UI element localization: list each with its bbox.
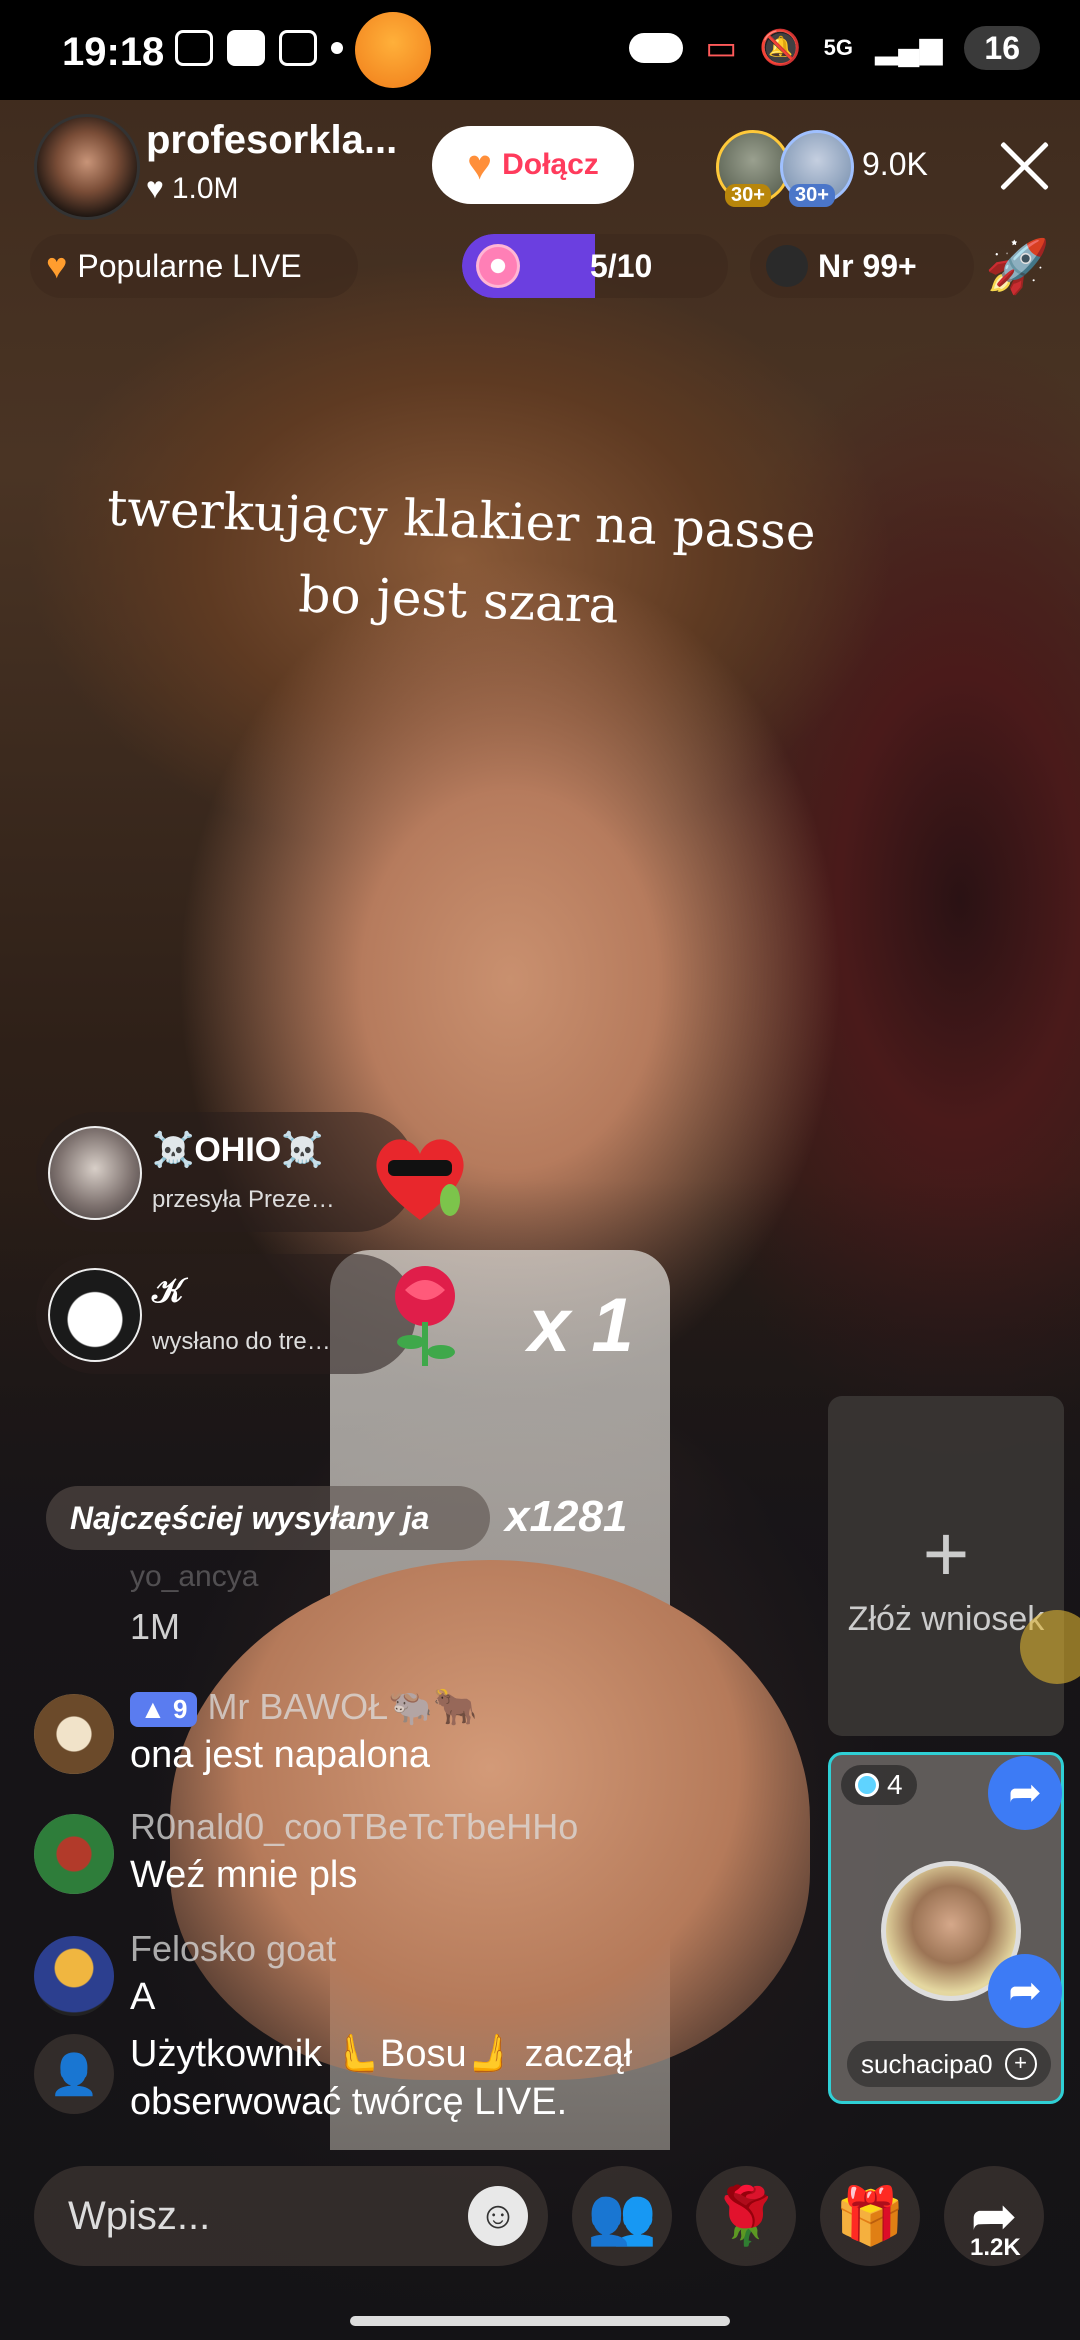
rocket-icon[interactable]: 🚀 [985, 236, 1050, 297]
follow-notice-text: Użytkownik 🫷Bosu🫸 zaczął obserwować twór… [130, 2033, 633, 2123]
gift-button[interactable]: 🎁 [820, 2166, 920, 2266]
goal-progress-chip[interactable]: 5/10 [462, 234, 728, 298]
cloud-icon [629, 33, 684, 63]
gift-icon: 🎁 [835, 2184, 905, 2247]
mute-icon: 🔕 [759, 29, 802, 67]
gift-description: przesyła Prezent (... [152, 1186, 342, 1213]
network-icon: 5G [823, 35, 853, 60]
chat-username[interactable]: ▲ 9 Mr BAWOŁ🐃🐂 [130, 1686, 478, 1728]
emoji-icon[interactable]: ☺ [468, 2186, 528, 2246]
guest-level: 4 [887, 1769, 903, 1800]
most-sent-count: x1281 [505, 1492, 628, 1541]
rank-avatar-icon [766, 245, 808, 287]
heart-icon: ♥ [146, 172, 164, 205]
join-label: Dołącz [502, 148, 599, 181]
gift-sender-name: ☠️OHIO☠️ [152, 1131, 324, 1169]
rose-gift-button[interactable]: 🌹 [696, 2166, 796, 2266]
host-avatar[interactable] [34, 114, 140, 220]
level-badge: ▲ 9 [130, 1691, 198, 1727]
guest-level-badge: 4 [841, 1765, 917, 1805]
heart-sunglasses-gift-icon [376, 1139, 464, 1220]
signal-icon: ▂▄▆ [875, 31, 943, 65]
screenshot-icon [175, 30, 213, 66]
comment-input[interactable]: Wpisz... ☺ [34, 2166, 548, 2266]
dot-icon [331, 42, 343, 54]
close-button[interactable] [996, 138, 1052, 194]
guest-name-pill[interactable]: suchacipa0 + [847, 2041, 1051, 2087]
viewer-badge: 30+ [725, 184, 771, 207]
viewer-count[interactable]: 9.0K [862, 146, 928, 183]
join-button[interactable]: ♥ Dołącz [432, 126, 634, 204]
plus-icon: + [922, 1509, 970, 1598]
rank-label: Nr 99+ [818, 247, 917, 284]
status-bar: 19:18 ▭ 🔕 5G ▂▄▆ 16 [0, 0, 1080, 100]
chat-text: Weź mnie pls [130, 1854, 358, 1896]
chat-text: A [130, 1976, 156, 2018]
chat-avatar[interactable] [34, 1814, 114, 1894]
gift-sender-name: 𝒦 [152, 1272, 184, 1310]
host-likes-count: 1.0M [171, 172, 239, 205]
chat-username[interactable]: Felosko goat [130, 1928, 336, 1970]
gift-count: x 1 [528, 1283, 634, 1368]
chat-text: ona jest napalona [130, 1734, 431, 1776]
home-indicator[interactable] [350, 2316, 730, 2326]
broken-heart-icon: ♥ [46, 245, 68, 286]
gem-icon [855, 1773, 879, 1797]
status-time: 19:18 [62, 30, 165, 74]
chat-faded-message: 1M [130, 1606, 181, 1647]
rose-gift-icon [395, 1266, 455, 1366]
gift-notification[interactable]: ☠️OHIO☠️ przesyła Prezent (... [36, 1112, 416, 1232]
donut-icon [476, 244, 520, 288]
follow-plus-icon[interactable]: + [1004, 2048, 1037, 2080]
chat-username-text: Mr BAWOŁ🐃🐂 [207, 1686, 478, 1727]
status-left-icons [175, 30, 343, 66]
comment-placeholder: Wpisz... [68, 2194, 211, 2238]
share-count: 1.2K [970, 2234, 1021, 2261]
status-right-icons: ▭ 🔕 5G ▂▄▆ 16 [629, 26, 1040, 70]
youtube-icon [227, 30, 265, 66]
cast-icon: ▭ [705, 29, 738, 67]
guest-name: suchacipa0 [861, 2048, 993, 2079]
popular-live-chip[interactable]: ♥ Popularne LIVE [30, 234, 358, 298]
live-stream-screen: 19:18 ▭ 🔕 5G ▂▄▆ 16 profesorkla... ♥ 1.0… [0, 0, 1080, 2340]
video-overlay-text: twerkujący klakier na passe bo jest szar… [97, 467, 822, 652]
gift-description: wysłano do treści ... [152, 1328, 342, 1355]
share-arrow-icon[interactable]: ➦ [988, 1954, 1062, 2028]
viewer-badge: 30+ [789, 184, 835, 207]
progress-text: 5/10 [590, 248, 653, 284]
rose-icon: 🌹 [711, 2184, 781, 2247]
share-arrow-icon[interactable]: ➦ [988, 1756, 1062, 1830]
chat-avatar[interactable] [34, 1694, 114, 1774]
gift-notification[interactable]: 𝒦 wysłano do treści ... [36, 1254, 416, 1374]
people-icon: 👥 [587, 2184, 657, 2247]
top-viewers[interactable]: 30+ 30+ [716, 130, 854, 207]
gift-sender-avatar[interactable] [48, 1268, 142, 1362]
user-check-icon: 👤 [34, 2034, 114, 2114]
chat-avatar[interactable] [34, 1936, 114, 2016]
viewer-avatar[interactable]: 30+ [716, 130, 790, 207]
request-to-join-box[interactable]: + Złóż wniosek [828, 1396, 1064, 1736]
host-likes: ♥ 1.0M [146, 172, 239, 206]
level-number: 9 [172, 1693, 188, 1724]
inbox-icon [279, 30, 317, 66]
rank-chip[interactable]: Nr 99+ [750, 234, 974, 298]
chat-username[interactable]: R0nald0_cooTBeTcTbeHHo [130, 1806, 578, 1848]
weather-sun-icon [355, 12, 431, 88]
host-info[interactable]: profesorkla... ♥ 1.0M [30, 110, 397, 220]
battery-indicator: 16 [964, 26, 1040, 70]
multi-guest-button[interactable]: 👥 [572, 2166, 672, 2266]
heart-plus-icon: ♥ [467, 141, 493, 188]
most-sent-banner[interactable]: Najczęściej wysyłany ja [46, 1486, 490, 1550]
host-name[interactable]: profesorkla... [146, 118, 397, 163]
gift-sender-avatar[interactable] [48, 1126, 142, 1220]
chat-faded-name: yo_ancya [130, 1560, 259, 1593]
viewer-avatar[interactable]: 30+ [780, 130, 854, 207]
popular-live-label: Popularne LIVE [77, 247, 302, 284]
